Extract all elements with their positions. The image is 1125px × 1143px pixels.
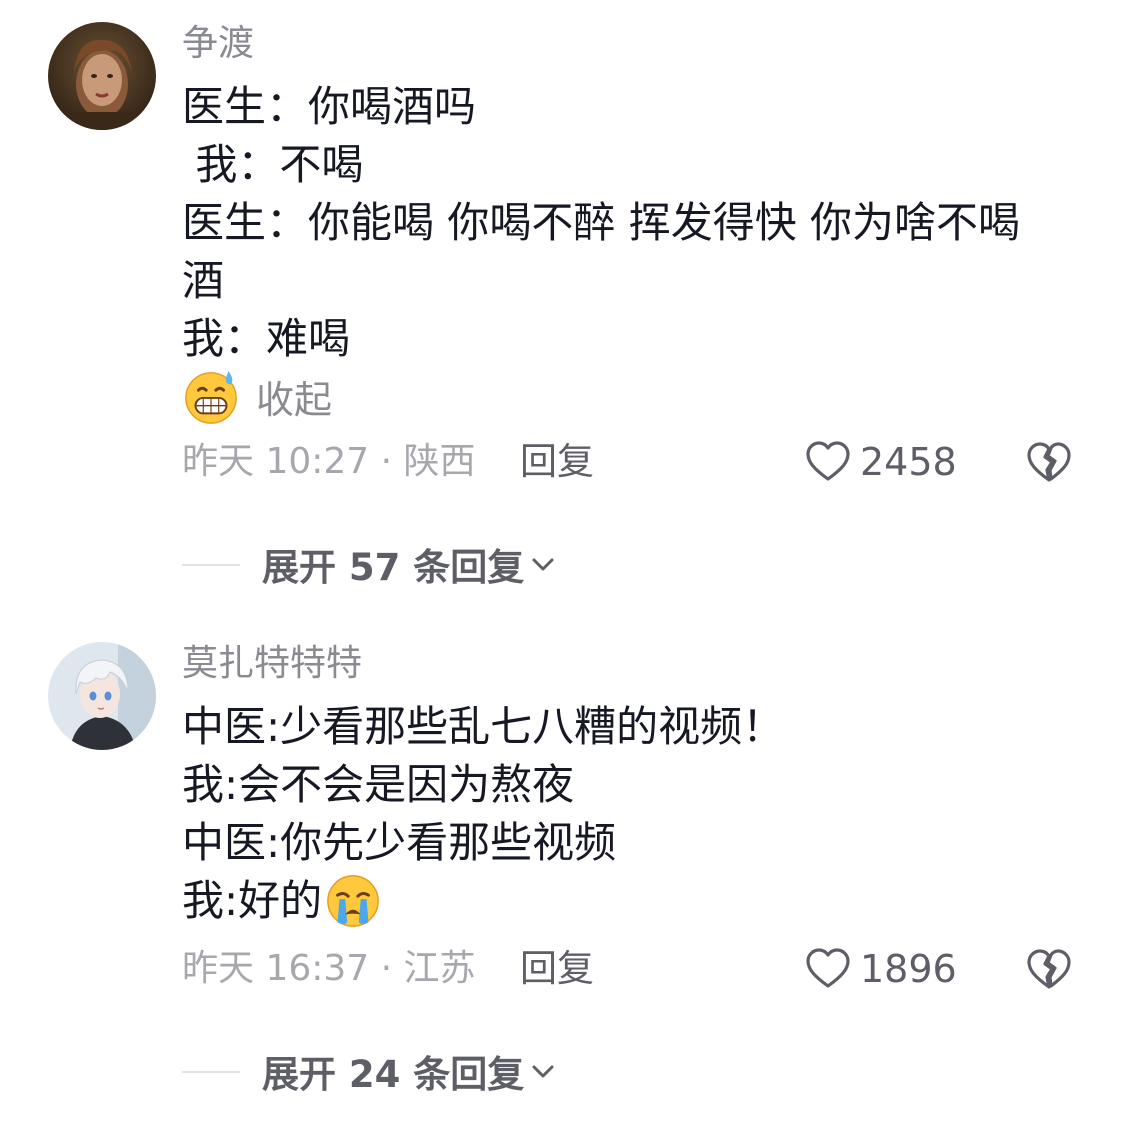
like-count: 1896 [860,947,957,991]
like-count: 2458 [860,440,957,484]
like-button[interactable]: 1896 [804,939,957,999]
comment-line: 酒 [182,256,225,305]
comment-body: 中医:少看那些乱七八糟的视频！ 我:会不会是因为熬夜 中医:你先少看那些视频 我… [182,698,1082,930]
comment-line: 我：不喝 [182,140,364,189]
comment-line: 中医:你先少看那些视频 [182,818,617,867]
comment-line-with-emoji: 我:好的 [182,872,1082,930]
comment-time-location: 昨天 16:37 · 江苏 [182,948,476,989]
expand-replies-label: 展开 57 条回复 [262,546,525,589]
heart-icon [806,948,850,988]
comment-line: 我：难喝 [182,314,351,363]
broken-heart-icon [1027,949,1071,989]
dislike-button[interactable] [1024,432,1076,492]
expand-replies-button[interactable]: 展开 57 条回复 [262,534,558,594]
comment-line: 医生：你能喝 你喝不醉 挥发得快 你为啥不喝 [182,198,1021,247]
comment-meta-row: 昨天 16:37 · 江苏 回复 1896 [0,939,1125,999]
comment-line: 中医:少看那些乱七八糟的视频！ [182,702,785,751]
dislike-button[interactable] [1024,939,1076,999]
chevron-down-icon [532,558,554,571]
comment-body: 医生：你喝酒吗 我：不喝 医生：你能喝 你喝不醉 挥发得快 你为啥不喝 酒 我：… [182,78,1082,368]
comment-time-location: 昨天 10:27 · 陕西 [182,441,476,482]
expand-replies-row: 展开 57 条回复 [0,534,1125,594]
reply-button[interactable]: 回复 [520,432,594,492]
avatar-girl-portrait-icon [48,22,156,130]
user-avatar[interactable] [48,642,156,750]
comment-meta-row: 昨天 10:27 · 陕西 回复 2458 [0,432,1125,492]
comment-line: 我:会不会是因为熬夜 [182,760,575,809]
like-button[interactable]: 2458 [804,432,957,492]
divider-line [182,564,240,566]
heart-icon [806,441,850,481]
comment-line: 医生：你喝酒吗 [182,82,477,131]
comment-line: 我:好的 [182,876,323,925]
expand-replies-row: 展开 24 条回复 [0,1041,1125,1101]
comment-username[interactable]: 争渡 [182,22,254,66]
expand-replies-label: 展开 24 条回复 [262,1053,525,1096]
emoji-collapse-row: 收起 [182,366,332,426]
collapse-link[interactable]: 收起 [256,369,332,424]
comment-item: 争渡 医生：你喝酒吗 我：不喝 医生：你能喝 你喝不醉 挥发得快 你为啥不喝 酒… [0,0,1125,600]
divider-line [182,1071,240,1073]
crying-emoji-icon [327,875,380,927]
grinning-sweat-emoji-icon [185,370,237,424]
comment-username[interactable]: 莫扎特特特 [182,642,362,686]
comment-item: 莫扎特特特 中医:少看那些乱七八糟的视频！ 我:会不会是因为熬夜 中医:你先少看… [0,600,1125,1143]
avatar-anime-boy-icon [48,642,156,750]
broken-heart-icon [1027,442,1071,482]
reply-button[interactable]: 回复 [520,939,594,999]
user-avatar[interactable] [48,22,156,130]
expand-replies-button[interactable]: 展开 24 条回复 [262,1041,558,1101]
chevron-down-icon [532,1065,554,1078]
